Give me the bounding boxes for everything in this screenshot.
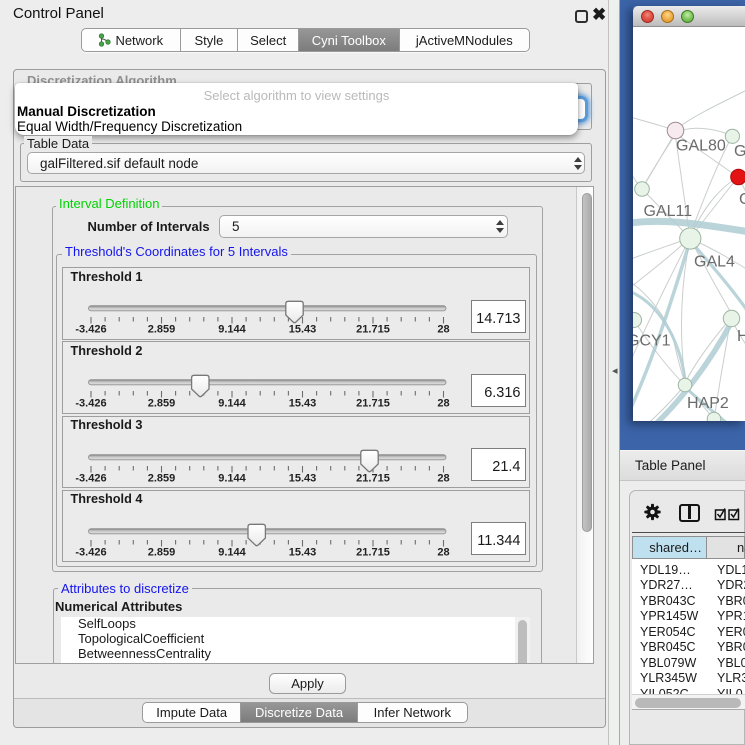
svg-text:GA: GA xyxy=(734,143,745,160)
svg-text:HAP2: HAP2 xyxy=(687,395,729,412)
svg-text:H: H xyxy=(737,328,745,345)
svg-text:GCY1: GCY1 xyxy=(633,333,671,350)
svg-text:GAL11: GAL11 xyxy=(644,203,693,220)
svg-text:GAL4: GAL4 xyxy=(694,254,735,271)
svg-text:C: C xyxy=(739,191,745,208)
svg-text:GAL80: GAL80 xyxy=(676,138,726,155)
